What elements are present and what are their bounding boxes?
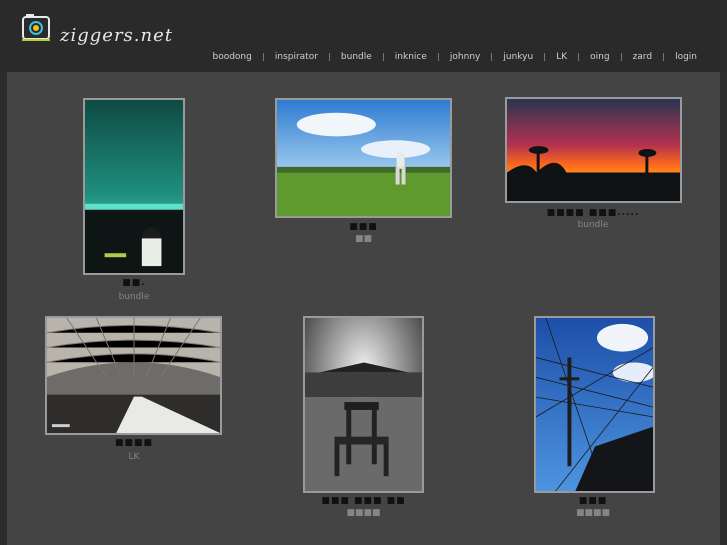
photo-author-link[interactable]: ■■■■ — [261, 508, 466, 518]
photo-title: ■■■■ ■■■..... — [546, 208, 640, 218]
nav-item-inknice[interactable]: inknice — [384, 51, 438, 63]
nav-item-bundle[interactable]: bundle — [330, 51, 383, 63]
photo-thumbnail-metro[interactable] — [45, 316, 222, 435]
photo-author-link[interactable]: bundle — [7, 292, 261, 302]
nav-item-oing[interactable]: oing — [579, 51, 620, 63]
photo-thumbnail-palace[interactable] — [303, 316, 424, 493]
photo-card: ■■■ ■■■ ■■ ■■■■ — [261, 312, 466, 542]
nav-item-zard[interactable]: zard — [622, 51, 664, 63]
photo-thumbnail-sunset[interactable] — [505, 97, 682, 203]
photo-title: ■■■ ■■■ ■■ — [321, 496, 406, 506]
metro-photo-image — [47, 318, 220, 433]
photo-card: ■■■ ■■■■ — [466, 312, 720, 542]
park-photo-image — [277, 100, 450, 216]
photo-author-link[interactable]: ■■ — [261, 234, 466, 244]
nav-item-johnny[interactable]: johnny — [439, 51, 491, 63]
site-logo[interactable]: ziggers.net — [20, 12, 173, 46]
nav-item-lk[interactable]: LK — [545, 51, 578, 63]
photo-card: ■■. bundle — [7, 72, 261, 312]
gallery-area: ■■. bundle ■■■ ■■ ■■■■ ■■■..... bundle ■… — [7, 72, 720, 545]
palace-photo-image — [305, 318, 422, 491]
aquarium-photo-image — [85, 100, 183, 273]
photo-author-link[interactable]: LK — [7, 452, 261, 462]
logo-text: ziggers.net — [60, 25, 173, 46]
photo-title: ■■■ — [578, 496, 608, 506]
top-nav: boodong inspirator bundle inknice johnny… — [201, 51, 708, 63]
nav-item-login[interactable]: login — [664, 51, 708, 63]
nav-item-junkyu[interactable]: junkyu — [492, 51, 544, 63]
photo-thumbnail-park[interactable] — [275, 98, 452, 218]
photo-title: ■■. — [122, 278, 146, 288]
photo-author-link[interactable]: ■■■■ — [466, 508, 720, 518]
photo-title: ■■■■ — [114, 438, 153, 448]
camera-logo-icon — [22, 14, 50, 41]
site-header: ziggers.net boodong inspirator bundle in… — [0, 0, 727, 72]
photo-card: ■■■ ■■ — [261, 72, 466, 312]
powerlines-photo-image — [536, 318, 653, 491]
photo-card: ■■■■ LK — [7, 312, 261, 542]
photo-thumbnail-aquarium[interactable] — [83, 98, 185, 275]
photo-card: ■■■■ ■■■..... bundle — [466, 72, 720, 312]
nav-item-inspirator[interactable]: inspirator — [264, 51, 329, 63]
photo-thumbnail-powerlines[interactable] — [534, 316, 655, 493]
nav-item-boodong[interactable]: boodong — [201, 51, 262, 63]
photo-author-link[interactable]: bundle — [466, 220, 720, 230]
sunset-photo-image — [507, 99, 680, 201]
photo-title: ■■■ — [349, 222, 378, 232]
